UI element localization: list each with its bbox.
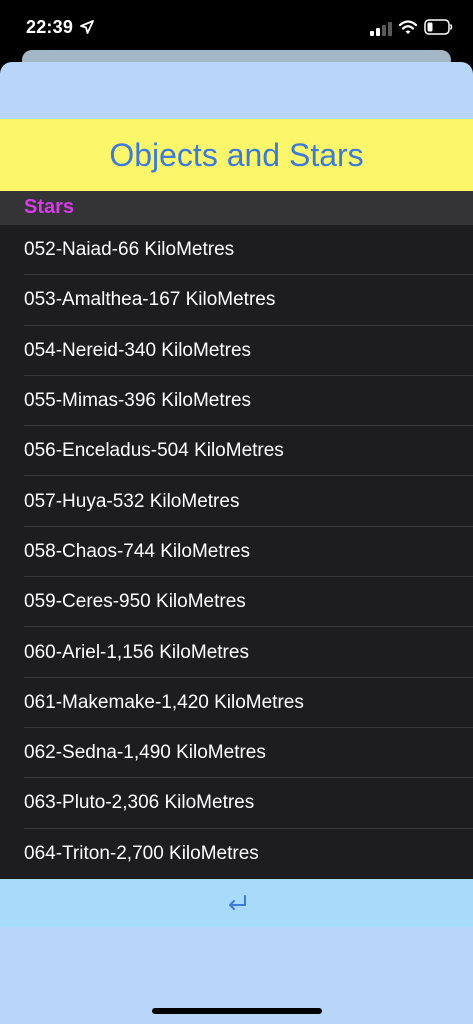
list-item[interactable]: 058-Chaos-744 KiloMetres bbox=[0, 527, 473, 578]
list-item[interactable]: 064-Triton-2,700 KiloMetres bbox=[0, 829, 473, 879]
page-title: Objects and Stars bbox=[109, 136, 364, 173]
list-item[interactable]: 053-Amalthea-167 KiloMetres bbox=[0, 275, 473, 326]
list-item-label: 056-Enceladus-504 KiloMetres bbox=[24, 440, 284, 462]
list-item-label: 061-Makemake-1,420 KiloMetres bbox=[24, 691, 304, 713]
title-bar: Objects and Stars bbox=[0, 119, 473, 191]
battery-icon bbox=[424, 19, 453, 35]
list-item[interactable]: 061-Makemake-1,420 KiloMetres bbox=[0, 678, 473, 728]
list-item-label: 054-Nereid-340 KiloMetres bbox=[24, 339, 252, 361]
list-item[interactable]: 056-Enceladus-504 KiloMetres bbox=[0, 426, 473, 477]
home-indicator[interactable] bbox=[152, 1008, 322, 1014]
list-item[interactable]: 057-Huya-532 KiloMetres bbox=[0, 476, 473, 527]
section-title: Stars bbox=[24, 196, 75, 218]
list-item[interactable]: 062-Sedna-1,490 KiloMetres bbox=[0, 728, 473, 779]
stars-list: 052-Naiad-66 KiloMetres 053-Amalthea-167… bbox=[0, 225, 473, 879]
return-arrow-icon[interactable] bbox=[225, 893, 249, 913]
wifi-icon bbox=[399, 20, 417, 34]
list-item-label: 057-Huya-532 KiloMetres bbox=[24, 490, 240, 512]
list-item-label: 053-Amalthea-167 KiloMetres bbox=[24, 289, 276, 311]
list-item[interactable]: 052-Naiad-66 KiloMetres bbox=[0, 225, 473, 276]
list-item[interactable]: 060-Ariel-1,156 KiloMetres bbox=[0, 627, 473, 678]
bottom-toolbar bbox=[0, 879, 473, 927]
section-header: Stars bbox=[0, 191, 473, 225]
list-item-label: 058-Chaos-744 KiloMetres bbox=[24, 540, 251, 562]
list-item[interactable]: 054-Nereid-340 KiloMetres bbox=[0, 326, 473, 376]
list-item-label: 063-Pluto-2,306 KiloMetres bbox=[24, 792, 255, 814]
cellular-signal-icon bbox=[370, 22, 392, 36]
list-item[interactable]: 055-Mimas-396 KiloMetres bbox=[0, 376, 473, 427]
list-item[interactable]: 063-Pluto-2,306 KiloMetres bbox=[0, 778, 473, 829]
list-item-label: 052-Naiad-66 KiloMetres bbox=[24, 239, 235, 261]
list-item-label: 062-Sedna-1,490 KiloMetres bbox=[24, 742, 266, 764]
modal-sheet: Objects and Stars Stars 052-Naiad-66 Kil… bbox=[0, 62, 473, 1024]
location-arrow-icon bbox=[80, 20, 94, 34]
list-item-label: 059-Ceres-950 KiloMetres bbox=[24, 591, 246, 613]
list-item-label: 055-Mimas-396 KiloMetres bbox=[24, 390, 252, 412]
list-item-label: 064-Triton-2,700 KiloMetres bbox=[24, 842, 259, 864]
list-item-label: 060-Ariel-1,156 KiloMetres bbox=[24, 641, 249, 663]
list-item[interactable]: 059-Ceres-950 KiloMetres bbox=[0, 577, 473, 628]
status-time: 22:39 bbox=[26, 17, 74, 37]
screen: 22:39 Objects and Stars Stars 052-Naiad-… bbox=[0, 0, 473, 1024]
status-bar: 22:39 bbox=[0, 0, 473, 52]
